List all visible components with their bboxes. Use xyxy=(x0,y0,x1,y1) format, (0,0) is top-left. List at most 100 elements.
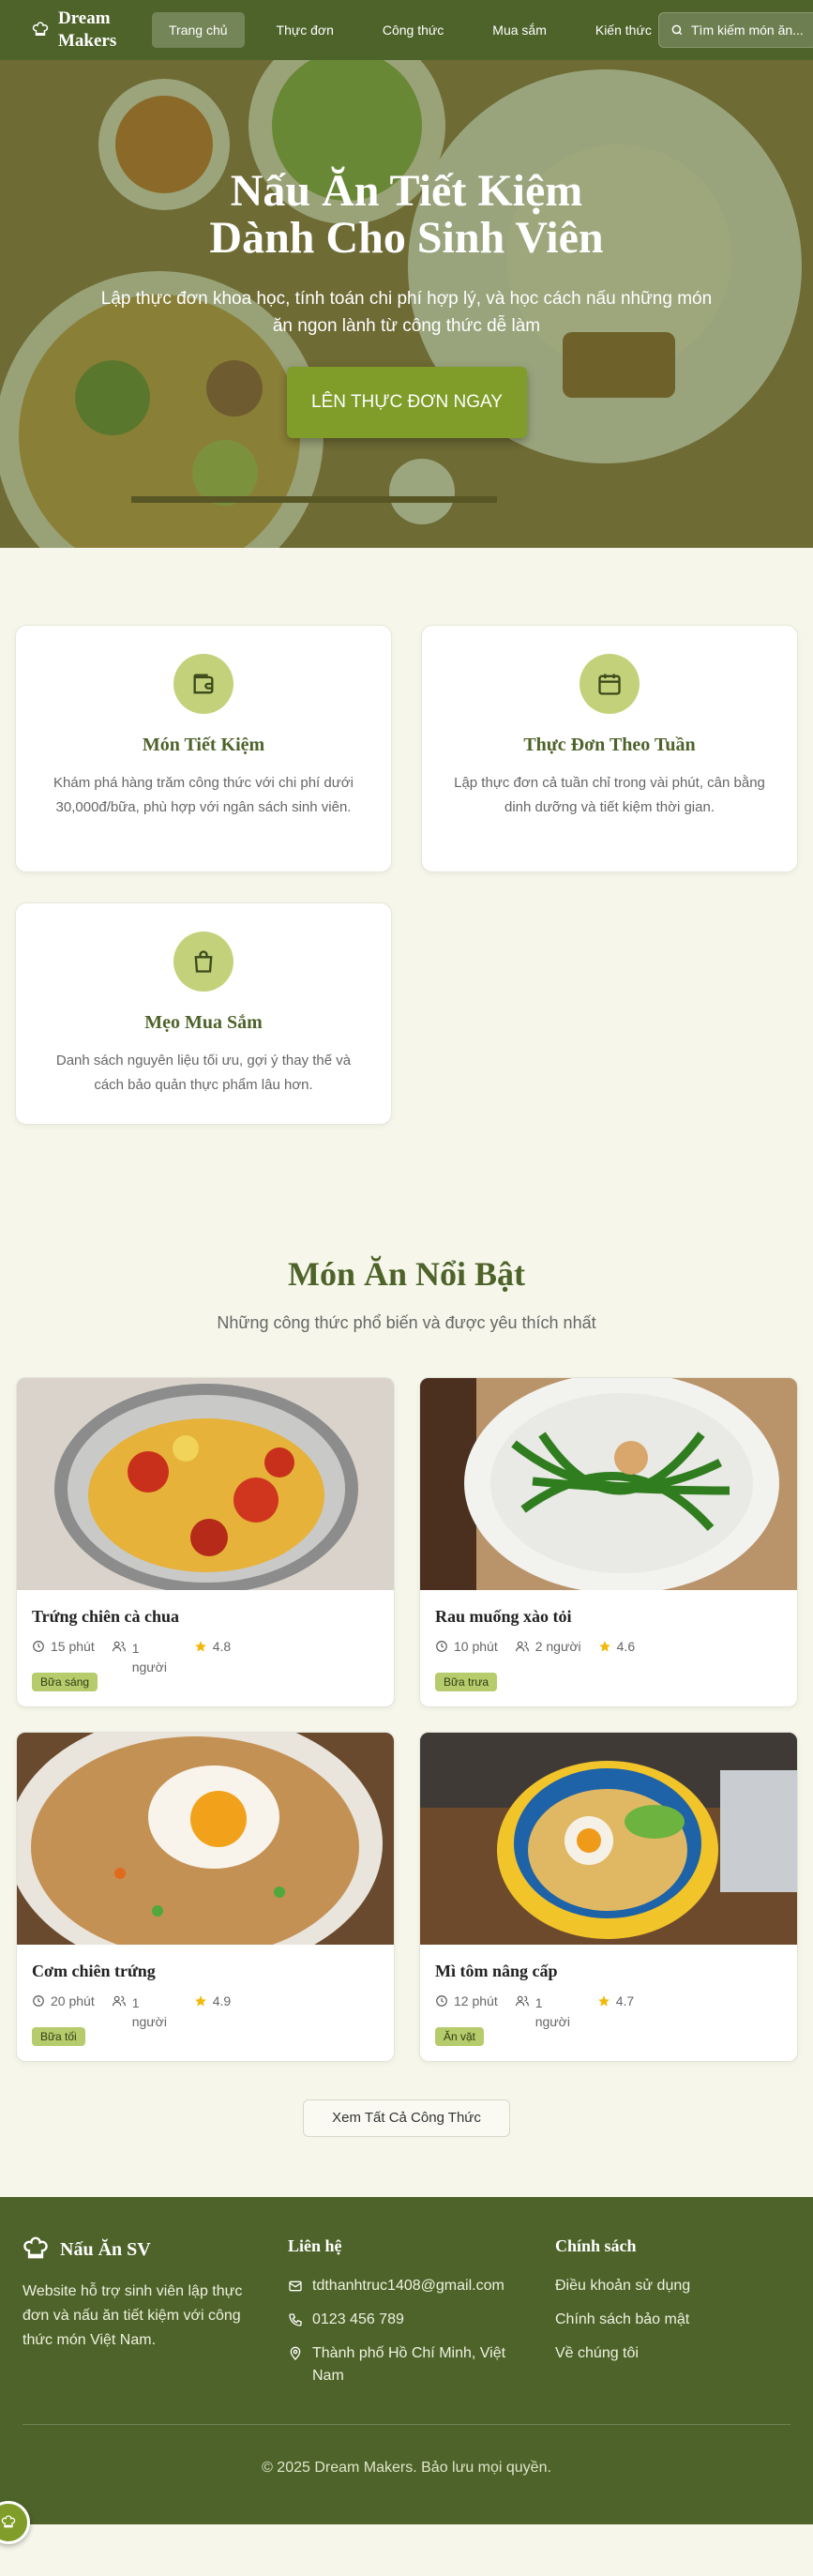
footer-copyright: © 2025 Dream Makers. Bảo lưu mọi quyền. xyxy=(262,2460,551,2476)
recipe-image xyxy=(17,1378,394,1590)
nav-link-recipes[interactable]: Công thức xyxy=(366,12,460,48)
recipe-name: Mì tôm nâng cấp xyxy=(435,1962,558,1980)
footer-contact-title: Liên hệ xyxy=(288,2236,342,2255)
feature-icon-circle xyxy=(580,654,640,714)
footer-phone[interactable]: 0123 456 789 xyxy=(288,2309,519,2331)
footer-address: Thành phố Hồ Chí Minh, Việt Nam xyxy=(288,2342,519,2387)
meal-tag: Bữa sáng xyxy=(32,1673,98,1691)
mail-icon xyxy=(289,2281,302,2292)
search-icon xyxy=(671,24,683,36)
nav-link-home[interactable]: Trang chủ xyxy=(152,12,245,48)
footer-link-privacy[interactable]: Chính sách bảo mật xyxy=(555,2309,690,2331)
meal-tag: Ăn vặt xyxy=(435,2027,485,2046)
nav-link-knowledge[interactable]: Kiến thức xyxy=(579,12,669,48)
feature-icon-circle xyxy=(173,932,233,992)
clock-icon xyxy=(436,1995,447,2007)
feature-desc: Lập thực đơn cả tuần chỉ trong vài phút,… xyxy=(454,775,765,815)
brand-logo[interactable]: Dream Makers xyxy=(32,8,133,53)
star-icon xyxy=(194,1995,206,2007)
hero-subtitle: Lập thực đơn khoa học, tính toán chi phí… xyxy=(100,289,713,336)
recipe-time: 15 phút xyxy=(51,1639,95,1654)
clock-icon xyxy=(33,1641,44,1652)
footer-brand-name: Nấu Ăn SV xyxy=(60,2238,151,2260)
clock-icon xyxy=(436,1641,447,1652)
wallet-icon xyxy=(193,674,214,694)
recipe-rating: 4.8 xyxy=(212,1639,232,1654)
footer-divider xyxy=(23,2424,790,2425)
recipe-name: Rau muống xào tỏi xyxy=(435,1607,572,1626)
chef-hat-icon xyxy=(23,2236,48,2259)
feature-title: Mẹo Mua Sắm xyxy=(144,1012,263,1033)
site-footer: Nấu Ăn SV Website hỗ trợ sinh viên lập t… xyxy=(0,2197,813,2524)
recipe-servings: 2 người xyxy=(534,1639,581,1654)
recipe-card[interactable]: Trứng chiên cà chua 15 phút 1 người 4.8 … xyxy=(16,1377,395,1707)
featured-section-title: Món Ăn Nổi Bật xyxy=(287,1255,526,1293)
recipe-rating: 4.7 xyxy=(615,1993,635,2008)
footer-email[interactable]: tdthanhtruc1408@gmail.com xyxy=(288,2275,519,2297)
footer-policies: Chính sách Điều khoản sử dụng Chính sách… xyxy=(555,2236,690,2376)
footer-contact: Liên hệ tdthanhtruc1408@gmail.com 0123 4… xyxy=(288,2236,519,2399)
footer-description: Website hỗ trợ sinh viên lập thực đơn và… xyxy=(23,2283,243,2348)
recipe-image xyxy=(420,1733,797,1945)
people-icon xyxy=(112,1641,126,1652)
star-icon xyxy=(597,1995,610,2007)
people-icon xyxy=(515,1995,529,2007)
plan-menu-button[interactable]: LÊN THỰC ĐƠN NGAY xyxy=(287,367,527,438)
footer-brand[interactable]: Nấu Ăn SV xyxy=(23,2236,257,2263)
recipe-rating: 4.6 xyxy=(616,1639,636,1654)
meal-tag: Bữa tối xyxy=(32,2027,85,2046)
nav-link-shopping[interactable]: Mua sắm xyxy=(475,12,564,48)
recipe-meta: 12 phút 1 người 4.7 xyxy=(435,1993,651,2031)
hero-title-line1: Nấu Ăn Tiết Kiệm xyxy=(230,166,583,216)
footer-phone-text: 0123 456 789 xyxy=(312,2311,404,2327)
brand-name: Dream Makers xyxy=(58,8,117,51)
recipe-image xyxy=(420,1378,797,1590)
recipe-name: Cơm chiên trứng xyxy=(32,1962,156,1980)
recipe-meta: 20 phút 1 người 4.9 xyxy=(32,1993,248,2031)
star-icon xyxy=(194,1641,206,1652)
star-icon xyxy=(598,1641,610,1652)
feature-title: Thực Đơn Theo Tuần xyxy=(523,735,696,755)
clock-icon xyxy=(33,1995,44,2007)
recipe-card[interactable]: Cơm chiên trứng 20 phút 1 người 4.9 Bữa … xyxy=(16,1732,395,2062)
view-all-recipes-button[interactable]: Xem Tất Cả Công Thức xyxy=(303,2099,510,2137)
recipe-card[interactable]: Mì tôm nâng cấp 12 phút 1 người 4.7 Ăn v… xyxy=(419,1732,798,2062)
recipe-servings: 1 người xyxy=(131,1995,167,2029)
hero-banner: Nấu Ăn Tiết Kiệm Dành Cho Sinh Viên Lập … xyxy=(0,60,813,548)
recipe-card[interactable]: Rau muống xào tỏi 10 phút 2 người 4.6 Bữ… xyxy=(419,1377,798,1707)
feature-card-budget[interactable]: Món Tiết Kiệm Khám phá hàng trăm công th… xyxy=(15,625,392,872)
recipe-meta: 10 phút 2 người 4.6 xyxy=(435,1639,652,1654)
footer-about: Nấu Ăn SV Website hỗ trợ sinh viên lập t… xyxy=(23,2236,257,2353)
footer-link-terms[interactable]: Điều khoản sử dụng xyxy=(555,2275,690,2297)
recipe-servings: 1 người xyxy=(534,1995,570,2029)
phone-icon xyxy=(289,2313,302,2326)
feature-icon-circle xyxy=(173,654,233,714)
chef-hat-icon xyxy=(1,2515,16,2528)
feature-desc: Khám phá hàng trăm công thức với chi phí… xyxy=(53,775,354,815)
meal-tag: Bữa trưa xyxy=(435,1673,498,1691)
footer-policy-title: Chính sách xyxy=(555,2236,637,2255)
people-icon xyxy=(112,1995,126,2007)
chef-hat-icon xyxy=(32,22,49,36)
feature-card-shopping-tips[interactable]: Mẹo Mua Sắm Danh sách nguyên liệu tối ưu… xyxy=(15,902,392,1125)
top-navbar: Dream Makers Trang chủ Thực đơn Công thứ… xyxy=(0,0,813,60)
footer-address-text: Thành phố Hồ Chí Minh, Việt Nam xyxy=(312,2345,506,2384)
recipe-name: Trứng chiên cà chua xyxy=(32,1607,179,1626)
footer-link-about[interactable]: Về chúng tôi xyxy=(555,2342,690,2365)
recipe-rating: 4.9 xyxy=(212,1993,232,2008)
search-input[interactable]: Tìm kiếm món ăn... xyxy=(658,12,813,48)
nav-links: Trang chủ Thực đơn Công thức Mua sắm Kiế… xyxy=(152,12,684,48)
recipe-time: 20 phút xyxy=(51,1993,95,2008)
recipe-time: 12 phút xyxy=(454,1993,498,2008)
footer-email-text: tdthanhtruc1408@gmail.com xyxy=(312,2278,504,2294)
hero-title: Nấu Ăn Tiết Kiệm Dành Cho Sinh Viên xyxy=(0,168,813,262)
location-pin-icon xyxy=(290,2346,301,2360)
feature-desc: Danh sách nguyên liệu tối ưu, gợi ý thay… xyxy=(55,1053,352,1093)
recipe-meta: 15 phút 1 người 4.8 xyxy=(32,1639,248,1676)
feature-card-weekly-menu[interactable]: Thực Đơn Theo Tuần Lập thực đơn cả tuần … xyxy=(421,625,798,872)
hero-title-line2: Dành Cho Sinh Viên xyxy=(209,213,604,263)
nav-link-menu[interactable]: Thực đơn xyxy=(260,12,351,48)
recipe-time: 10 phút xyxy=(454,1639,498,1654)
search-placeholder: Tìm kiếm món ăn... xyxy=(691,23,804,38)
recipe-servings: 1 người xyxy=(131,1641,167,1674)
